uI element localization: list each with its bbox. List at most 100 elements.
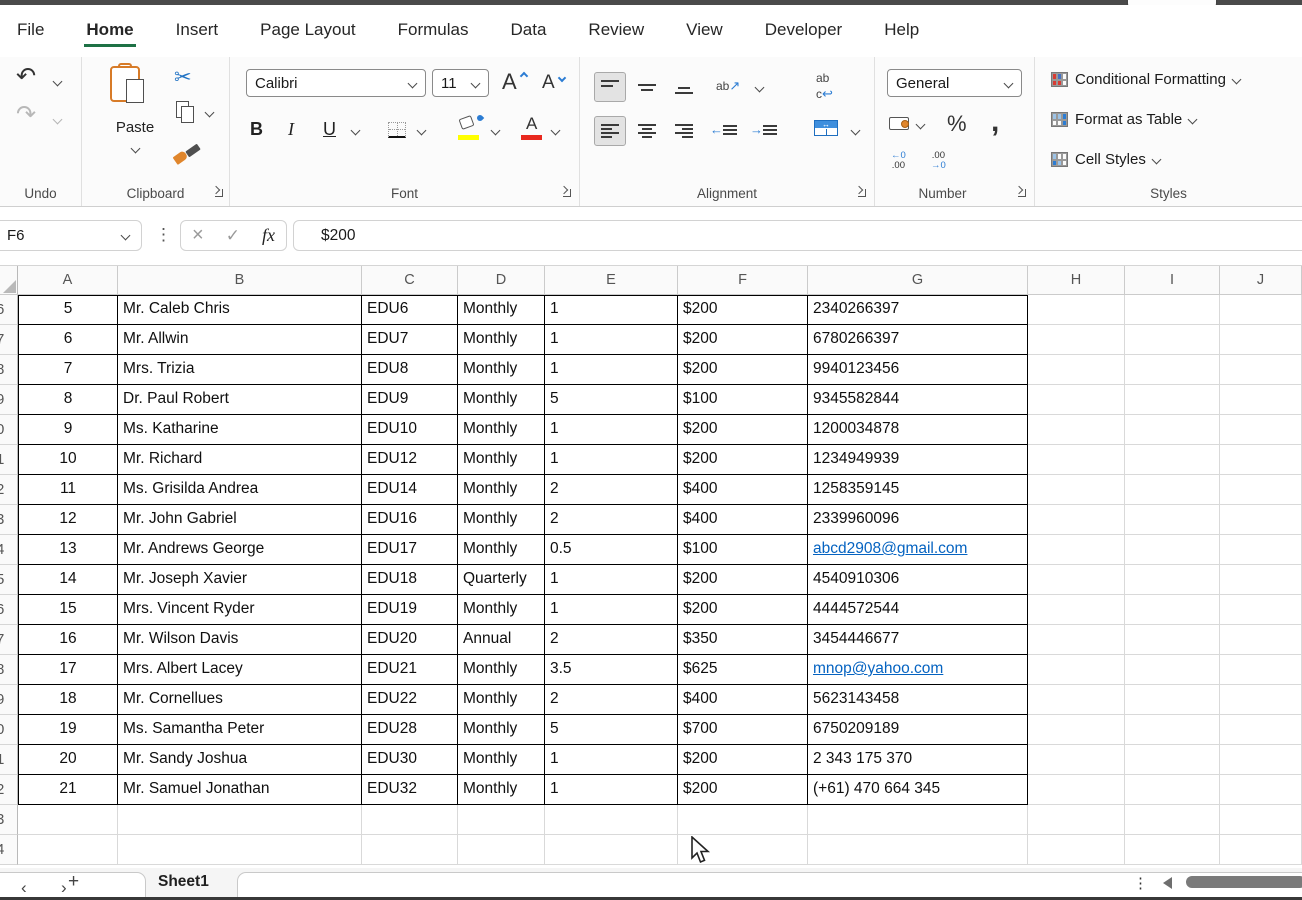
cell-empty[interactable] (545, 835, 678, 865)
cell-empty[interactable] (1125, 325, 1220, 355)
cell-quantity[interactable]: 1 (545, 355, 678, 385)
cell-id[interactable]: EDU17 (362, 535, 458, 565)
cell-amount[interactable]: $100 (678, 535, 808, 565)
tab-review[interactable]: Review (586, 16, 646, 47)
cell-contact[interactable]: abcd2908@gmail.com (808, 535, 1028, 565)
font-size-combo[interactable]: 11 (432, 69, 489, 97)
cell-contact[interactable]: 1258359145 (808, 475, 1028, 505)
cell-frequency[interactable]: Monthly (458, 715, 545, 745)
row-header[interactable]: 8 (0, 655, 18, 685)
cell-quantity[interactable]: 1 (545, 295, 678, 325)
cell-amount[interactable]: $200 (678, 295, 808, 325)
wrap-text-icon[interactable]: ab c↩ (816, 70, 833, 102)
cell-serial[interactable]: 9 (18, 415, 118, 445)
cell-empty[interactable] (1028, 745, 1125, 775)
cell-amount[interactable]: $200 (678, 355, 808, 385)
cell-empty[interactable] (1220, 655, 1302, 685)
horizontal-scrollbar-thumb[interactable] (1186, 876, 1302, 888)
cell-empty[interactable] (118, 805, 362, 835)
cell-serial[interactable]: 20 (18, 745, 118, 775)
cell-empty[interactable] (18, 805, 118, 835)
cell-name[interactable]: Mrs. Albert Lacey (118, 655, 362, 685)
cell-contact[interactable]: 2339960096 (808, 505, 1028, 535)
row-header[interactable]: 0 (0, 415, 18, 445)
cell-empty[interactable] (1028, 685, 1125, 715)
cell-empty[interactable] (1028, 655, 1125, 685)
cell-empty[interactable] (1028, 535, 1125, 565)
name-box-dropdown-icon[interactable] (121, 231, 131, 241)
row-header[interactable]: 9 (0, 385, 18, 415)
tab-help[interactable]: Help (882, 16, 921, 47)
cell-empty[interactable] (1125, 385, 1220, 415)
cell-name[interactable]: Mrs. Vincent Ryder (118, 595, 362, 625)
cell-amount[interactable]: $700 (678, 715, 808, 745)
cell-empty[interactable] (808, 805, 1028, 835)
cell-contact[interactable]: 5623143458 (808, 685, 1028, 715)
cell-empty[interactable] (808, 835, 1028, 865)
cell-frequency[interactable]: Monthly (458, 295, 545, 325)
cell-id[interactable]: EDU30 (362, 745, 458, 775)
formula-bar-kebab-icon[interactable]: ⋮ (155, 225, 172, 245)
cell-empty[interactable] (545, 805, 678, 835)
cell-serial[interactable]: 18 (18, 685, 118, 715)
cell-amount[interactable]: $400 (678, 475, 808, 505)
cell-id[interactable]: EDU10 (362, 415, 458, 445)
tab-page-layout[interactable]: Page Layout (258, 16, 357, 47)
cell-frequency[interactable]: Monthly (458, 325, 545, 355)
cell-empty[interactable] (1125, 835, 1220, 865)
cell-name[interactable]: Mr. Caleb Chris (118, 295, 362, 325)
cell-id[interactable]: EDU22 (362, 685, 458, 715)
row-header[interactable]: 2 (0, 475, 18, 505)
increase-decimal-icon[interactable]: ←0.00 (891, 151, 906, 171)
number-format-combo[interactable]: General (887, 69, 1022, 97)
cell-name[interactable]: Ms. Grisilda Andrea (118, 475, 362, 505)
cell-empty[interactable] (1125, 625, 1220, 655)
font-dialog-launcher-icon[interactable] (560, 186, 573, 199)
redo-icon[interactable]: ↷ (16, 103, 36, 127)
row-header[interactable]: 5 (0, 565, 18, 595)
cell-empty[interactable] (1028, 835, 1125, 865)
cell-name[interactable]: Ms. Samantha Peter (118, 715, 362, 745)
cell-id[interactable]: EDU14 (362, 475, 458, 505)
cell-empty[interactable] (1125, 415, 1220, 445)
cell-contact[interactable]: 4540910306 (808, 565, 1028, 595)
cell-amount[interactable]: $200 (678, 775, 808, 805)
cell-name[interactable]: Ms. Katharine (118, 415, 362, 445)
cell-amount[interactable]: $200 (678, 595, 808, 625)
col-header-j[interactable]: J (1220, 266, 1302, 295)
underline-dropdown-icon[interactable] (351, 126, 361, 136)
next-sheet-icon[interactable]: › (61, 878, 67, 897)
sheet-tab-sheet1[interactable]: Sheet1 (158, 873, 209, 891)
cell-serial[interactable]: 13 (18, 535, 118, 565)
tab-home[interactable]: Home (84, 16, 135, 47)
accounting-dropdown-icon[interactable] (916, 120, 926, 130)
cell-empty[interactable] (1028, 565, 1125, 595)
new-sheet-icon[interactable]: + (68, 871, 79, 893)
cell-quantity[interactable]: 2 (545, 475, 678, 505)
cell-serial[interactable]: 17 (18, 655, 118, 685)
cell-amount[interactable]: $200 (678, 565, 808, 595)
percent-style-icon[interactable]: % (947, 111, 967, 137)
cell-id[interactable]: EDU20 (362, 625, 458, 655)
cut-icon[interactable]: ✂ (174, 65, 192, 90)
cell-empty[interactable] (678, 805, 808, 835)
cell-empty[interactable] (362, 835, 458, 865)
orientation-dropdown-icon[interactable] (755, 83, 765, 93)
cell-serial[interactable]: 10 (18, 445, 118, 475)
scroll-left-icon[interactable] (1163, 877, 1172, 889)
cell-contact[interactable]: 9345582844 (808, 385, 1028, 415)
cell-empty[interactable] (1125, 505, 1220, 535)
cell-serial[interactable]: 14 (18, 565, 118, 595)
cell-id[interactable]: EDU16 (362, 505, 458, 535)
increase-font-size-icon[interactable]: A (502, 69, 517, 95)
underline-button[interactable]: U (323, 119, 336, 140)
cell-empty[interactable] (1125, 715, 1220, 745)
cell-empty[interactable] (1220, 385, 1302, 415)
cell-amount[interactable]: $100 (678, 385, 808, 415)
cell-name[interactable]: Mr. Joseph Xavier (118, 565, 362, 595)
align-center-icon[interactable] (638, 123, 656, 139)
undo-icon[interactable]: ↶ (16, 65, 36, 89)
increase-indent-icon[interactable]: → (750, 121, 777, 139)
cell-id[interactable]: EDU19 (362, 595, 458, 625)
align-left-icon[interactable] (601, 123, 619, 139)
